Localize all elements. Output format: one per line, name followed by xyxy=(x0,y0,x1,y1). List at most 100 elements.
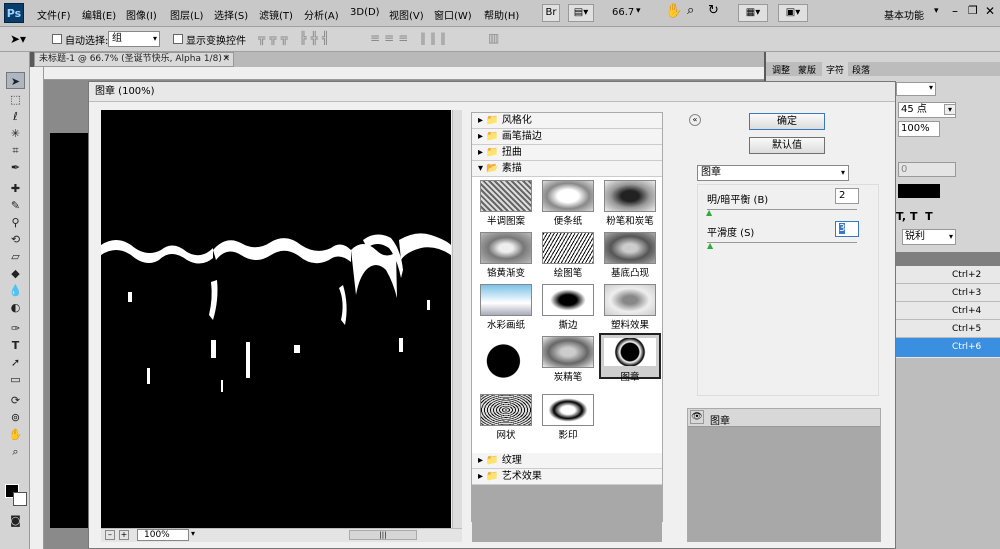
text-color-swatch[interactable] xyxy=(898,184,940,198)
restore-icon[interactable]: ❐ xyxy=(968,4,978,17)
history-brush-icon[interactable]: ⟲ xyxy=(6,231,25,248)
eye-icon[interactable]: 👁 xyxy=(690,410,704,424)
zoom-out-button[interactable]: – xyxy=(105,530,115,540)
zoom-tool-icon[interactable]: ⌕ xyxy=(687,3,694,18)
menu-filter[interactable]: 滤镜(T) xyxy=(259,7,293,22)
channel-row-selected[interactable]: Ctrl+6 xyxy=(886,338,1000,357)
ok-button[interactable]: 确定 xyxy=(749,113,825,130)
thumb-plaster[interactable] xyxy=(604,284,656,316)
eraser-icon[interactable]: ▱ xyxy=(6,248,25,265)
thumb-reticulation[interactable] xyxy=(480,394,532,426)
document-tab[interactable]: 未标题-1 @ 66.7% (圣诞节快乐, Alpha 1/8) * ✕ xyxy=(34,52,234,67)
document-canvas[interactable] xyxy=(50,133,92,528)
brush-tool-icon[interactable]: ✎ xyxy=(6,197,25,214)
menu-layer[interactable]: 图层(L) xyxy=(170,7,203,22)
effect-layer-row[interactable]: 👁 图章 xyxy=(688,409,880,427)
category-sketch[interactable]: ▾ 📂 素描 xyxy=(472,161,662,177)
thumb-chrome[interactable] xyxy=(480,232,532,264)
zoom-level[interactable]: 66.7 xyxy=(612,7,634,18)
zoom-tool-icon[interactable]: ⌕ xyxy=(6,443,25,460)
tab-masks[interactable]: 蒙版 xyxy=(798,63,816,76)
quick-mask-icon[interactable]: ◙ xyxy=(6,512,25,529)
auto-select-checkbox[interactable] xyxy=(52,34,62,44)
tracking-field[interactable]: 0 xyxy=(898,162,956,177)
antialias-dropdown[interactable]: 锐利 ▾ xyxy=(902,229,956,245)
thumb-water-paper[interactable] xyxy=(480,284,532,316)
shape-tool-icon[interactable]: ▭ xyxy=(6,371,25,388)
workspace-label[interactable]: 基本功能 xyxy=(884,7,924,22)
zoom-in-button[interactable]: + xyxy=(119,530,129,540)
hand-tool-icon[interactable]: ✋ xyxy=(6,426,25,443)
type-tool-icon[interactable]: T xyxy=(6,337,25,354)
balance-slider-track[interactable] xyxy=(707,209,857,210)
menu-select[interactable]: 选择(S) xyxy=(214,7,248,22)
menu-image[interactable]: 图像(I) xyxy=(126,7,157,22)
bridge-icon[interactable]: Br xyxy=(542,4,560,22)
tab-paragraph[interactable]: 段落 xyxy=(852,63,870,76)
menu-file[interactable]: 文件(F) xyxy=(37,7,71,22)
zoom-dropdown-icon[interactable]: ▾ xyxy=(191,529,195,538)
font-style-dropdown[interactable]: ▾ xyxy=(896,82,936,96)
filter-select-dropdown[interactable]: 图章 ▾ xyxy=(697,165,849,181)
arrange-documents-icon[interactable]: ▦▾ xyxy=(738,4,768,22)
thumb-bas-relief[interactable] xyxy=(604,232,656,264)
pen-tool-icon[interactable]: ✑ xyxy=(6,320,25,337)
move-tool-icon[interactable]: ➤▾ xyxy=(10,32,26,46)
smoothness-slider-thumb[interactable]: ▲ xyxy=(707,241,713,250)
menu-help[interactable]: 帮助(H) xyxy=(484,7,519,22)
preview-horizontal-scrollbar[interactable]: ||| xyxy=(349,530,417,540)
marquee-tool-icon[interactable]: ⬚ xyxy=(6,91,25,108)
thumb-graphic-pen[interactable] xyxy=(542,232,594,264)
clone-stamp-icon[interactable]: ⚲ xyxy=(6,214,25,231)
minimize-icon[interactable]: – xyxy=(952,4,958,18)
param-value-balance[interactable]: 2 xyxy=(835,188,859,204)
close-icon[interactable]: ✕ xyxy=(985,4,995,18)
channel-row[interactable]: Ctrl+3 xyxy=(886,284,1000,302)
3d-camera-icon[interactable]: ⊚ xyxy=(6,409,25,426)
channel-row[interactable]: Ctrl+4 xyxy=(886,302,1000,320)
menu-3d[interactable]: 3D(D) xyxy=(350,7,380,18)
thumb-conte-crayon[interactable] xyxy=(542,336,594,368)
3d-rotate-icon[interactable]: ⟳ xyxy=(6,392,25,409)
type-style-buttons[interactable]: T, T T xyxy=(896,210,933,223)
view-extras-icon[interactable]: ▤▾ xyxy=(568,4,594,22)
auto-align-button[interactable]: ▥ xyxy=(488,31,499,45)
screen-mode-icon[interactable]: ▣▾ xyxy=(778,4,808,22)
hand-icon[interactable]: ✋ xyxy=(665,3,682,19)
paint-bucket-icon[interactable]: ◆ xyxy=(6,265,25,282)
channel-row[interactable]: Ctrl+5 xyxy=(886,320,1000,338)
thumb-halftone[interactable] xyxy=(480,180,532,212)
collapse-gallery-icon[interactable]: « xyxy=(689,114,701,126)
eyedropper-icon[interactable]: ✒ xyxy=(6,159,25,176)
zoom-field[interactable]: 100% xyxy=(137,529,189,541)
auto-select-dropdown[interactable]: 组 ▾ xyxy=(108,31,160,47)
rotate-view-icon[interactable]: ↻ xyxy=(708,3,719,18)
healing-brush-icon[interactable]: ✚ xyxy=(6,180,25,197)
smoothness-slider-track[interactable] xyxy=(707,242,857,243)
crop-tool-icon[interactable]: ⌗ xyxy=(6,142,25,159)
menu-analysis[interactable]: 分析(A) xyxy=(304,7,339,22)
thumb-photocopy[interactable] xyxy=(542,394,594,426)
filter-preview[interactable] xyxy=(101,110,451,528)
path-select-icon[interactable]: ➚ xyxy=(6,354,25,371)
show-transform-checkbox[interactable] xyxy=(173,34,183,44)
background-color-swatch[interactable] xyxy=(13,492,27,506)
thumb-chalk-charcoal[interactable] xyxy=(604,180,656,212)
default-button[interactable]: 默认值 xyxy=(749,137,825,154)
balance-slider-thumb[interactable]: ▲ xyxy=(706,208,712,217)
thumb-photocopy-dark[interactable] xyxy=(480,339,532,379)
font-size-dropdown-icon[interactable]: ▾ xyxy=(944,104,956,115)
category-texture[interactable]: ▸ 📁 纹理 xyxy=(472,453,662,469)
thumb-torn-edges[interactable] xyxy=(542,284,594,316)
category-brush-strokes[interactable]: ▸ 📁 画笔描边 xyxy=(472,129,662,145)
thumb-note-paper[interactable] xyxy=(542,180,594,212)
scale-field[interactable]: 100% xyxy=(898,121,940,137)
blur-tool-icon[interactable]: 💧 xyxy=(6,282,25,299)
menu-edit[interactable]: 编辑(E) xyxy=(82,7,116,22)
menu-view[interactable]: 视图(V) xyxy=(389,7,424,22)
param-value-smoothness[interactable]: 3 xyxy=(835,221,859,237)
workspace-dropdown-icon[interactable]: ▾ xyxy=(934,6,939,16)
channel-row[interactable]: Ctrl+2 xyxy=(886,266,1000,284)
menu-window[interactable]: 窗口(W) xyxy=(434,7,472,22)
category-distort[interactable]: ▸ 📁 扭曲 xyxy=(472,145,662,161)
